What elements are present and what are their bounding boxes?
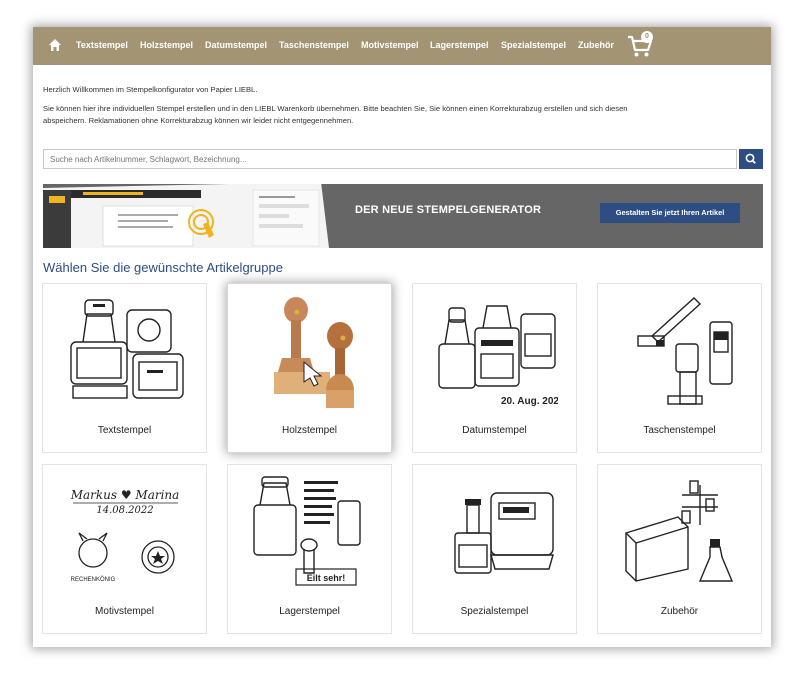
category-label: Lagerstempel [279, 606, 340, 617]
intro-description-text-2: abspeichern. Reklamationen ohne Korrektu… [43, 116, 354, 125]
nav-item-textstempel[interactable]: Textstempel [76, 40, 128, 50]
zubehoer-image [625, 480, 734, 582]
category-card-textstempel[interactable]: Textstempel [42, 283, 207, 453]
nav-item-zubehoer[interactable]: Zubehör [578, 40, 614, 50]
search-button[interactable] [739, 149, 763, 169]
stamp-generator-banner: DER NEUE STEMPELGENERATOR Gestalten Sie … [43, 184, 763, 248]
category-card-taschenstempel[interactable]: Taschenstempel [597, 283, 762, 453]
banner-cta-button[interactable]: Gestalten Sie jetzt Ihren Artikel [600, 203, 740, 223]
nav-item-datumstempel[interactable]: Datumstempel [205, 40, 267, 50]
lagerstempel-image: Eilt sehr! [253, 476, 361, 586]
textstempel-image [70, 299, 184, 399]
holzstempel-image [274, 297, 354, 408]
banner-title: DER NEUE STEMPELGENERATOR [355, 204, 542, 216]
motif-names-text: Markus ♥ Marina [70, 488, 180, 502]
category-card-lagerstempel[interactable]: Eilt sehr! Lagerstempel [227, 464, 392, 634]
section-title: Wählen Sie die gewünschte Artikelgruppe [43, 260, 283, 275]
intro-description-text: Sie können hier ihre individuellen Stemp… [43, 104, 628, 113]
nav-item-lagerstempel[interactable]: Lagerstempel [430, 40, 489, 50]
nav-item-holzstempel[interactable]: Holzstempel [140, 40, 193, 50]
generator-screenshot-image [43, 184, 333, 248]
spezialstempel-image [454, 492, 554, 574]
intro-welcome-text: Herzlich Willkommen im Stempelkonfigurat… [43, 85, 258, 94]
motif-date-text: 14.08.2022 [96, 505, 153, 516]
top-navigation: Textstempel Holzstempel Datumstempel Tas… [33, 27, 771, 65]
home-icon[interactable] [48, 38, 62, 52]
shopping-cart-button[interactable]: 0 [627, 31, 653, 59]
category-label: Spezialstempel [460, 606, 529, 617]
category-label: Taschenstempel [643, 425, 716, 436]
category-card-motivstempel[interactable]: Markus ♥ Marina 14.08.2022 RECHENKÖNIG M… [42, 464, 207, 634]
category-label: Datumstempel [462, 425, 527, 436]
category-label: Motivstempel [95, 606, 154, 617]
category-card-spezialstempel[interactable]: Spezialstempel [412, 464, 577, 634]
nav-item-taschenstempel[interactable]: Taschenstempel [279, 40, 349, 50]
cart-count-badge: 0 [641, 31, 653, 43]
category-card-zubehoer[interactable]: Zubehör [597, 464, 762, 634]
motif-caption-text: RECHENKÖNIG [71, 576, 116, 583]
category-label: Holzstempel [281, 425, 338, 436]
category-label: Textstempel [97, 425, 152, 436]
page-frame: Textstempel Holzstempel Datumstempel Tas… [33, 27, 771, 647]
search-input[interactable] [43, 149, 737, 169]
nav-item-motivstempel[interactable]: Motivstempel [361, 40, 419, 50]
category-card-datumstempel[interactable]: 20. Aug. 2022 Datumstempel [412, 283, 577, 453]
category-card-holzstempel[interactable]: Holzstempel [227, 283, 392, 453]
taschenstempel-image [637, 297, 733, 405]
datumstempel-image: 20. Aug. 2022 [438, 305, 558, 407]
motivstempel-image: Markus ♥ Marina 14.08.2022 RECHENKÖNIG [70, 488, 180, 583]
category-label: Zubehör [660, 606, 699, 617]
date-print-text: 20. Aug. 2022 [501, 396, 558, 407]
nav-item-spezialstempel[interactable]: Spezialstempel [501, 40, 566, 50]
search-icon [745, 153, 756, 164]
warehouse-print-text: Eilt sehr! [307, 573, 346, 583]
